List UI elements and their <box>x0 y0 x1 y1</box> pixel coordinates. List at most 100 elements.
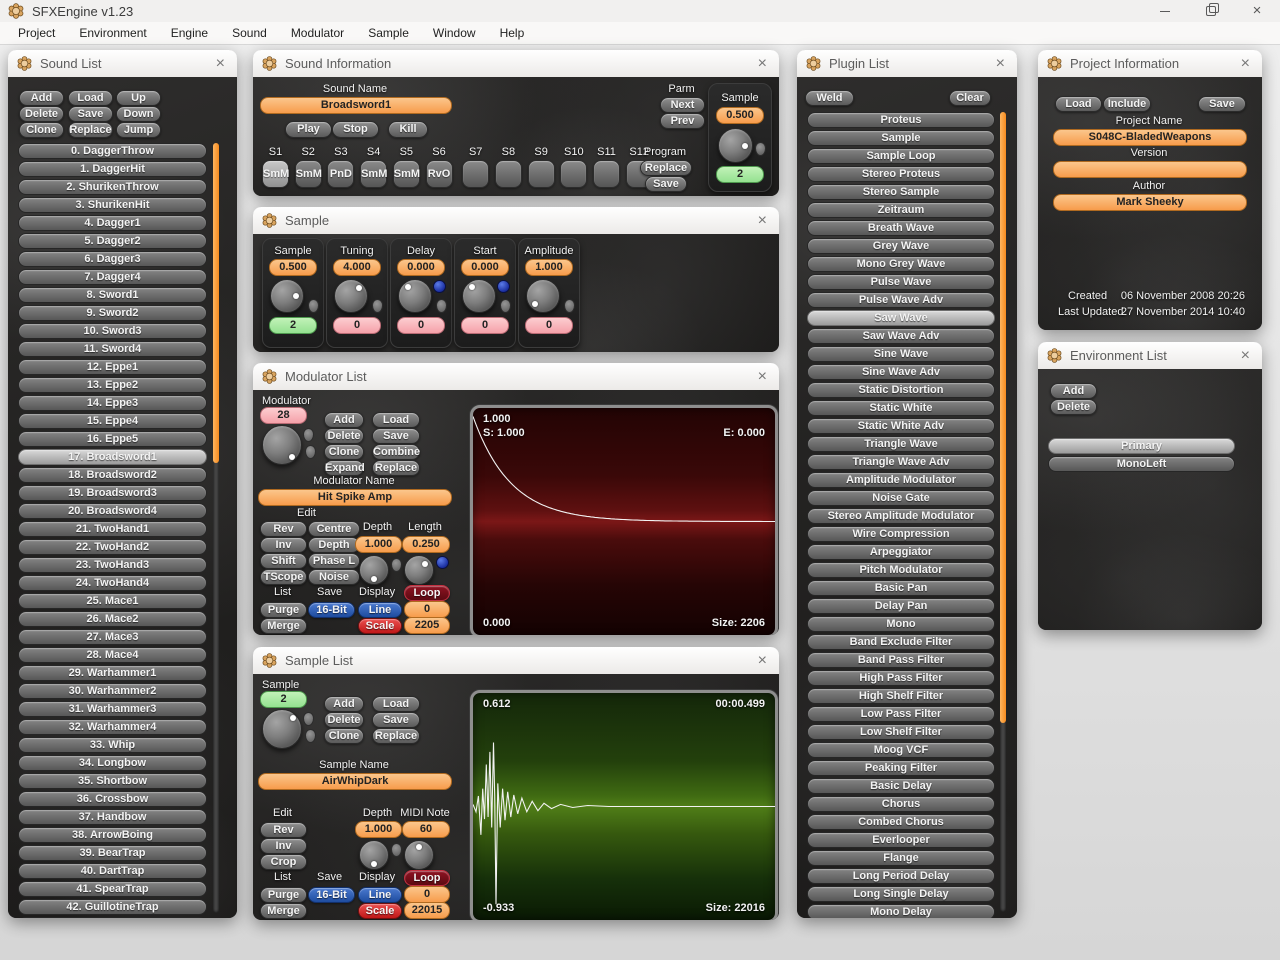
plugin-list-item[interactable]: Triangle Wave Adv <box>807 454 995 470</box>
version-field[interactable] <box>1053 161 1247 178</box>
slot-button[interactable]: SmM <box>262 160 289 188</box>
sound-list-item[interactable]: 38. ArrowBoing <box>18 827 207 843</box>
modulator-name-field[interactable]: Hit Spike Amp <box>258 489 452 506</box>
delete-button[interactable]: Delete <box>1050 399 1097 415</box>
close-icon[interactable]: × <box>755 648 770 673</box>
sound-name-field[interactable]: Broadsword1 <box>260 97 452 114</box>
sound-list-item[interactable]: 19. Broadsword3 <box>18 485 207 501</box>
module-value-field[interactable]: 4.000 <box>333 259 381 276</box>
sound-list-item[interactable]: 10. Sword3 <box>18 323 207 339</box>
rev-button[interactable]: Rev <box>260 521 307 537</box>
sound-list-item[interactable]: 5. Dagger2 <box>18 233 207 249</box>
plugin-list-item[interactable]: Grey Wave <box>807 238 995 254</box>
module-knob[interactable] <box>462 279 496 313</box>
save-button[interactable]: Save <box>1198 96 1246 112</box>
plugin-list-item[interactable]: Chorus <box>807 796 995 812</box>
module-index-field[interactable]: 2 <box>269 317 317 334</box>
sound-list-item[interactable]: 23. TwoHand3 <box>18 557 207 573</box>
program-save-button[interactable]: Save <box>645 176 687 192</box>
slot-button[interactable]: SmM <box>392 160 420 188</box>
slot-button[interactable]: SmM <box>294 160 322 188</box>
plugin-list-item[interactable]: Noise Gate <box>807 490 995 506</box>
add-button[interactable]: Add <box>19 90 64 106</box>
sound-list-item[interactable]: 20. Broadsword4 <box>18 503 207 519</box>
plugin-list-item[interactable]: Mono Grey Wave <box>807 256 995 272</box>
plugin-list-item[interactable]: Peaking Filter <box>807 760 995 776</box>
slot-button[interactable] <box>593 160 620 188</box>
module-index-field[interactable]: 0 <box>333 317 381 334</box>
prev-button[interactable]: Prev <box>660 113 705 129</box>
plugin-list-item[interactable]: Moog VCF <box>807 742 995 758</box>
slot-button[interactable] <box>494 160 522 188</box>
sound-list-item[interactable]: 22. TwoHand2 <box>18 539 207 555</box>
clone-button[interactable]: Clone <box>19 122 64 138</box>
scrollbar-thumb[interactable] <box>213 143 219 463</box>
add-button[interactable]: Add <box>324 412 364 428</box>
tscope-button[interactable]: TScope <box>260 569 307 585</box>
crop-button[interactable]: Crop <box>260 854 307 870</box>
plugin-list-item[interactable]: Proteus <box>807 112 995 128</box>
sound-list-item[interactable]: 11. Sword4 <box>18 341 207 357</box>
close-icon[interactable]: × <box>1238 343 1253 368</box>
sound-list-item[interactable]: 26. Mace2 <box>18 611 207 627</box>
sound-list-item[interactable]: 24. TwoHand4 <box>18 575 207 591</box>
loop-start-field[interactable]: 0 <box>404 886 450 903</box>
midi-note-field[interactable]: 60 <box>402 821 450 838</box>
plugin-list-item[interactable]: Low Pass Filter <box>807 706 995 722</box>
down-button[interactable]: Down <box>116 106 161 122</box>
sample-knob[interactable] <box>262 709 302 749</box>
menu-item[interactable]: Sound <box>220 22 279 44</box>
sound-list-item[interactable]: 29. Warhammer1 <box>18 665 207 681</box>
stop-button[interactable]: Stop <box>332 121 379 138</box>
sound-list-item[interactable]: 43. SpikeTrap <box>18 917 207 918</box>
plugin-list-item[interactable]: Arpeggiator <box>807 544 995 560</box>
sound-list-item[interactable]: 41. SpearTrap <box>18 881 207 897</box>
window-titlebar[interactable]: Sound Information × <box>253 50 779 78</box>
centre-button[interactable]: Centre <box>308 521 360 537</box>
menu-item[interactable]: Modulator <box>279 22 356 44</box>
plugin-list-item[interactable]: Combed Chorus <box>807 814 995 830</box>
length-field[interactable]: 0.250 <box>402 536 450 553</box>
depth-field[interactable]: 1.000 <box>355 536 402 553</box>
sound-list-item[interactable]: 36. Crossbow <box>18 791 207 807</box>
sound-list-item[interactable]: 18. Broadsword2 <box>18 467 207 483</box>
close-icon[interactable]: × <box>755 364 770 389</box>
delete-button[interactable]: Delete <box>19 106 64 122</box>
plugin-list-item[interactable]: Long Period Delay <box>807 868 995 884</box>
slot-button[interactable]: SmM <box>360 160 387 188</box>
plugin-list-item[interactable]: Pitch Modulator <box>807 562 995 578</box>
plugin-list-item[interactable]: Stereo Sample <box>807 184 995 200</box>
clone-button[interactable]: Clone <box>324 728 364 744</box>
menu-item[interactable]: Project <box>6 22 67 44</box>
module-knob[interactable] <box>334 279 368 313</box>
noise-button[interactable]: Noise <box>308 569 360 585</box>
scrollbar-thumb[interactable] <box>1000 112 1006 723</box>
merge-button[interactable]: Merge <box>260 903 307 919</box>
sound-list-item[interactable]: 35. Shortbow <box>18 773 207 789</box>
plugin-list-item[interactable]: Flange <box>807 850 995 866</box>
delete-button[interactable]: Delete <box>324 428 364 444</box>
close-icon[interactable]: × <box>1238 51 1253 76</box>
loop-size-field[interactable]: 22015 <box>404 902 450 919</box>
depth-knob[interactable] <box>359 840 389 870</box>
sound-list-item[interactable]: 39. BearTrap <box>18 845 207 861</box>
line-button[interactable]: Line <box>358 887 402 903</box>
slot-button[interactable] <box>462 160 490 188</box>
window-titlebar[interactable]: Environment List × <box>1038 342 1262 370</box>
environment-list-item[interactable]: MonoLeft <box>1048 456 1235 472</box>
sound-list-item[interactable]: 1. DaggerHit <box>18 161 207 177</box>
sample-index-field[interactable]: 2 <box>716 166 764 183</box>
plugin-list-item[interactable]: Static White <box>807 400 995 416</box>
loop-button[interactable]: Loop <box>404 870 450 886</box>
slot-button[interactable]: PnD <box>327 160 355 188</box>
window-titlebar[interactable]: Project Information × <box>1038 50 1262 78</box>
sound-list-item[interactable]: 31. Warhammer3 <box>18 701 207 717</box>
loop-start-field[interactable]: 0 <box>404 601 450 618</box>
minimize-button[interactable] <box>1142 0 1188 22</box>
plugin-list-item[interactable]: Sine Wave Adv <box>807 364 995 380</box>
waveform-display[interactable]: 0.612 00:00.499 -0.933 Size: 22016 <box>470 690 778 920</box>
module-knob[interactable] <box>398 279 432 313</box>
sound-list-item[interactable]: 12. Eppe1 <box>18 359 207 375</box>
loop-button[interactable]: Loop <box>404 585 450 601</box>
sound-list-item[interactable]: 15. Eppe4 <box>18 413 207 429</box>
